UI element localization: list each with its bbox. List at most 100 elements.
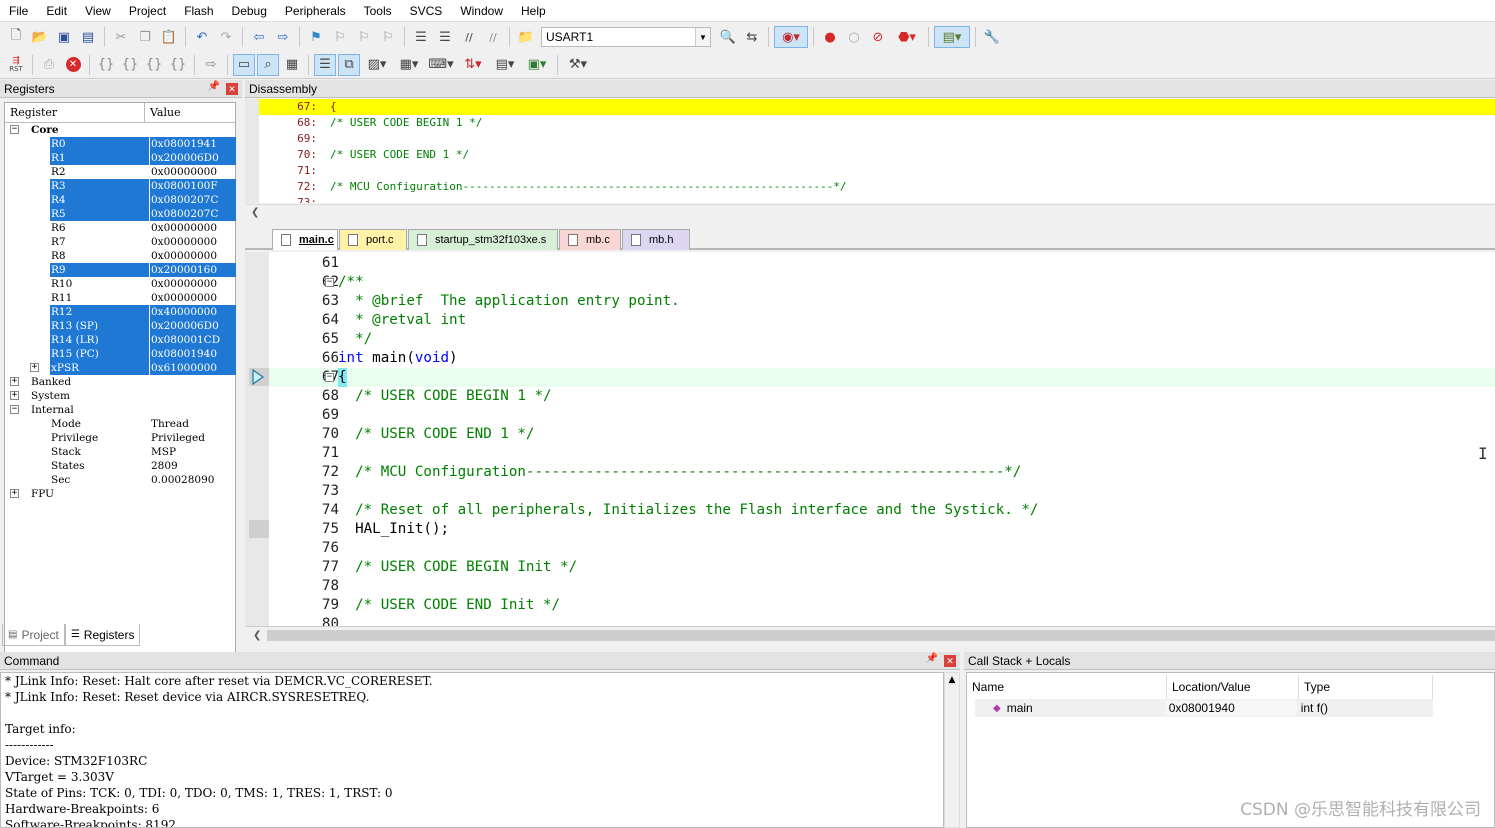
editor-hscrollbar[interactable]: ❮ xyxy=(245,626,1495,643)
run-to-cursor-icon[interactable]: {} xyxy=(167,54,189,76)
memory-window-icon[interactable]: ▦▾ xyxy=(394,54,424,76)
configure-icon[interactable]: 🔧 xyxy=(981,26,1003,48)
register-row[interactable]: Privilege Privileged xyxy=(5,431,237,445)
register-value[interactable]: 0x08001940 xyxy=(150,347,236,361)
register-value[interactable]: 0x00000000 xyxy=(150,165,236,179)
close-icon[interactable]: ✕ xyxy=(944,655,956,667)
disassembly-line[interactable]: 69: xyxy=(259,131,1495,147)
collapse-icon[interactable]: − xyxy=(10,405,19,414)
register-row[interactable]: R8 0x00000000 xyxy=(5,249,237,263)
menu-item-tools[interactable]: Tools xyxy=(355,4,401,18)
call-stack-window-icon[interactable]: ⧉ xyxy=(338,53,360,76)
window-layout-icon[interactable]: ▤▾ xyxy=(934,26,970,48)
register-value[interactable]: 0x40000000 xyxy=(150,305,236,319)
register-value[interactable]: 0x200006D0 xyxy=(150,151,236,165)
cut-icon[interactable]: ✂ xyxy=(110,26,132,48)
disassembly-line[interactable]: 68: /* USER CODE BEGIN 1 */ xyxy=(259,115,1495,131)
register-row[interactable]: Stack MSP xyxy=(5,445,237,459)
bookmark-next-icon[interactable]: ⚐ xyxy=(353,26,375,48)
pin-icon[interactable]: 📌 xyxy=(926,653,938,664)
register-value[interactable]: 0x00000000 xyxy=(150,235,236,249)
code-line[interactable]: 68 /* USER CODE BEGIN 1 */ xyxy=(269,387,1495,406)
code-editor[interactable]: 61 62−/**63 * @brief The application entr… xyxy=(245,252,1495,626)
scrollbar-thumb[interactable] xyxy=(267,630,1495,641)
command-output[interactable]: * JLink Info: Reset: Halt core after res… xyxy=(0,672,944,828)
fold-icon[interactable]: − xyxy=(325,373,334,382)
col-name[interactable]: Name xyxy=(967,675,1167,699)
col-value[interactable]: Value xyxy=(145,103,235,122)
code-line[interactable]: 79 /* USER CODE END Init */ xyxy=(269,596,1495,615)
disable-breakpoints-icon[interactable]: ⊘ xyxy=(867,26,889,48)
undo-icon[interactable]: ↶ xyxy=(191,26,213,48)
callstack-row[interactable]: ◆ main 0x08001940 int f() xyxy=(975,699,1433,717)
register-row[interactable]: Sec 0.00028090 xyxy=(5,473,237,487)
toolbox-icon[interactable]: ⚒▾ xyxy=(563,54,593,76)
code-line[interactable]: 78 xyxy=(269,577,1495,596)
register-value[interactable]: 0x00000000 xyxy=(150,221,236,235)
register-value[interactable]: 0x0800207C xyxy=(150,207,236,221)
code-line[interactable]: 64 * @retval int xyxy=(269,311,1495,330)
register-value[interactable]: 0x080001CD xyxy=(150,333,236,347)
tab-startup-stm32f103xe-s[interactable]: startup_stm32f103xe.s xyxy=(408,229,558,250)
code-line[interactable]: 72 /* MCU Configuration-----------------… xyxy=(269,463,1495,482)
disassembly-scrollbar[interactable]: ❮ xyxy=(245,204,1495,220)
command-window-icon[interactable]: ▭ xyxy=(233,53,255,76)
expand-icon[interactable]: + xyxy=(10,391,19,400)
close-icon[interactable]: ✕ xyxy=(226,83,238,95)
register-value[interactable]: 0x0800207C xyxy=(150,193,236,207)
code-line[interactable]: 75 HAL_Init(); xyxy=(269,520,1495,539)
disassembly-line[interactable]: 67: { xyxy=(259,99,1495,115)
redo-icon[interactable]: ↷ xyxy=(215,26,237,48)
register-row[interactable]: R9 0x20000160 xyxy=(5,263,237,277)
register-value[interactable]: 0x200006D0 xyxy=(150,319,236,333)
col-location[interactable]: Location/Value xyxy=(1167,675,1299,699)
find-icon[interactable]: 🔍 xyxy=(717,26,739,48)
register-row[interactable]: R5 0x0800207C xyxy=(5,207,237,221)
register-value[interactable]: 0x00000000 xyxy=(150,291,236,305)
chevron-down-icon[interactable]: ▼ xyxy=(695,28,710,46)
disassembly-body[interactable]: 67: {68: /* USER CODE BEGIN 1 */ 69: 70: /* U… xyxy=(245,99,1495,203)
disassembly-window-icon[interactable]: ⌕ xyxy=(257,53,279,76)
menu-item-window[interactable]: Window xyxy=(451,4,512,18)
menu-item-svcs[interactable]: SVCS xyxy=(401,4,452,18)
open-icon[interactable]: 📂 xyxy=(29,26,51,48)
register-row[interactable]: R0 0x08001941 xyxy=(5,137,237,151)
code-line[interactable]: 73 xyxy=(269,482,1495,501)
unindent-icon[interactable]: ☰ xyxy=(434,26,456,48)
expand-icon[interactable]: + xyxy=(30,363,39,372)
reset-cpu-button[interactable]: ⇶ RST xyxy=(5,54,27,76)
find-in-files-icon[interactable]: 📁 xyxy=(515,26,537,48)
menu-item-flash[interactable]: Flash xyxy=(175,4,222,18)
nav-back-icon[interactable]: ⇦ xyxy=(248,26,270,48)
register-row[interactable]: States 2809 xyxy=(5,459,237,473)
code-line[interactable]: 70 /* USER CODE END 1 */ xyxy=(269,425,1495,444)
expand-icon[interactable]: + xyxy=(10,489,19,498)
register-row[interactable]: Mode Thread xyxy=(5,417,237,431)
register-row[interactable]: R3 0x0800100F xyxy=(5,179,237,193)
uncomment-icon[interactable]: // xyxy=(482,26,504,48)
disassembly-line[interactable]: 70: /* USER CODE END 1 */ xyxy=(259,147,1495,163)
col-type[interactable]: Type xyxy=(1299,675,1433,699)
debug-session-icon[interactable]: ◉▾ xyxy=(774,26,808,48)
tab-registers[interactable]: ☰ Registers xyxy=(64,624,141,646)
code-line[interactable]: 62−/** xyxy=(269,273,1495,292)
indent-icon[interactable]: ☰ xyxy=(410,26,432,48)
code-line[interactable]: 69 xyxy=(269,406,1495,425)
register-row[interactable]: R4 0x0800207C xyxy=(5,193,237,207)
register-value[interactable]: 0x61000000 xyxy=(150,361,236,375)
register-row[interactable]: R2 0x00000000 xyxy=(5,165,237,179)
menu-item-debug[interactable]: Debug xyxy=(223,4,276,18)
new-file-icon[interactable]: 🗋 xyxy=(5,26,27,48)
register-row[interactable]: R6 0x00000000 xyxy=(5,221,237,235)
register-row[interactable]: R1 0x200006D0 xyxy=(5,151,237,165)
menu-item-help[interactable]: Help xyxy=(512,4,555,18)
register-row[interactable]: R11 0x00000000 xyxy=(5,291,237,305)
register-value[interactable]: 0x0800100F xyxy=(150,179,236,193)
tab-project[interactable]: ▤ Project xyxy=(2,624,65,646)
register-row[interactable]: R10 0x00000000 xyxy=(5,277,237,291)
collapse-icon[interactable]: − xyxy=(10,125,19,134)
menu-item-edit[interactable]: Edit xyxy=(37,4,76,18)
register-value[interactable]: 0x20000160 xyxy=(150,263,236,277)
register-row[interactable]: + xPSR 0x61000000 xyxy=(5,361,237,375)
save-all-icon[interactable]: ▤ xyxy=(77,26,99,48)
